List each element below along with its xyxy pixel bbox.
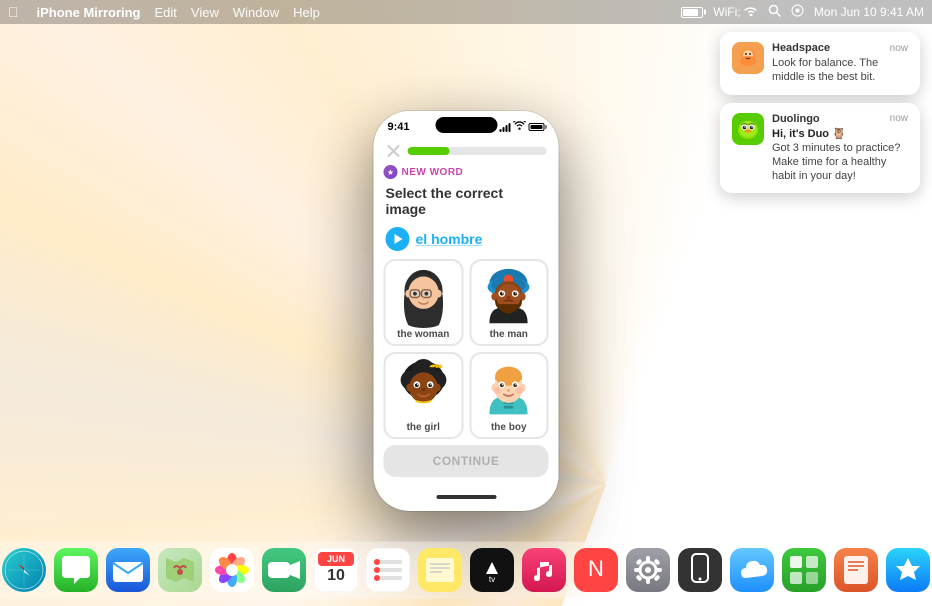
wifi-icon: WiFi;: [713, 5, 758, 19]
svg-text:N: N: [588, 556, 604, 581]
notification-duolingo[interactable]: Duolingo now Hi, it's Duo 🦉 Got 3 minute…: [720, 103, 920, 194]
option-girl[interactable]: the girl: [384, 352, 464, 439]
notification-headspace[interactable]: Headspace now Look for balance. The midd…: [720, 32, 920, 95]
battery-fill: [683, 9, 698, 16]
iphone-dynamic-island: [435, 117, 497, 133]
dock-icon-news[interactable]: N: [574, 548, 618, 592]
menubar-help[interactable]: Help: [293, 5, 320, 20]
audio-word-area: el hombre: [374, 223, 559, 259]
continue-button-area: CONTINUE: [374, 439, 559, 487]
menubar-edit[interactable]: Edit: [155, 5, 177, 20]
dock-icon-music[interactable]: [522, 548, 566, 592]
dock-icon-mail[interactable]: [106, 548, 150, 592]
iphone-app-content: ★ NEW WORD Select the correct image el h…: [374, 137, 559, 507]
dock-icon-systemsettings[interactable]: [626, 548, 670, 592]
duolingo-body: Got 3 minutes to practice? Make time for…: [772, 141, 908, 184]
menubar-window[interactable]: Window: [233, 5, 279, 20]
signal-bar-3: [506, 125, 508, 132]
search-icon[interactable]: [768, 4, 781, 20]
option-woman[interactable]: the woman: [384, 259, 464, 346]
dock-icon-notes[interactable]: [418, 548, 462, 592]
progress-bar: [408, 147, 547, 155]
notifications-container: Headspace now Look for balance. The midd…: [720, 32, 920, 193]
continue-button[interactable]: CONTINUE: [384, 445, 549, 477]
duolingo-icon: [732, 113, 764, 145]
signal-bars: [500, 122, 511, 132]
duolingo-time: now: [890, 113, 908, 124]
dock-icon-safari[interactable]: [2, 548, 46, 592]
play-icon: [395, 234, 403, 244]
girl-illustration: [393, 360, 453, 420]
headspace-body: Look for balance. The middle is the best…: [772, 56, 908, 85]
question-text: Select the correct image: [374, 183, 559, 223]
option-man[interactable]: the man: [469, 259, 549, 346]
dock-icon-pages[interactable]: [834, 548, 878, 592]
new-word-badge: ★ NEW WORD: [374, 163, 559, 183]
dock-icon-appletv[interactable]: tv: [470, 548, 514, 592]
dock-icon-reminders[interactable]: [366, 548, 410, 592]
menubar-app-name: iPhone Mirroring: [37, 5, 141, 20]
menubar:  iPhone Mirroring Edit View Window Help…: [0, 0, 932, 24]
svg-text:JUN: JUN: [327, 554, 345, 564]
menubar-time: Mon Jun 10 9:41 AM: [814, 5, 924, 19]
iphone-wifi-icon: [514, 121, 526, 133]
menubar-battery-indicator: [681, 7, 703, 18]
headspace-header: Headspace now: [772, 42, 908, 54]
dock-icon-maps[interactable]: [158, 548, 202, 592]
signal-bar-4: [509, 123, 511, 132]
option-boy[interactable]: the boy: [469, 352, 549, 439]
signal-bar-2: [503, 127, 505, 132]
iphone-status-bar: 9:41: [374, 111, 559, 137]
boy-label: the boy: [491, 422, 527, 433]
iphone-battery-fill: [531, 125, 543, 129]
duolingo-notification-content: Duolingo now Hi, it's Duo 🦉 Got 3 minute…: [772, 113, 908, 184]
menubar-right: WiFi; Mon Jun 10 9:41 AM: [681, 4, 924, 20]
duolingo-title: Hi, it's Duo 🦉: [772, 127, 908, 140]
headspace-app-name: Headspace: [772, 42, 830, 54]
dock: JUN 10 tv: [0, 542, 932, 598]
duolingo-header: Duolingo now: [772, 113, 908, 125]
menubar-left:  iPhone Mirroring Edit View Window Help: [8, 4, 320, 20]
boy-illustration: [479, 360, 539, 420]
dock-icon-numbers[interactable]: [782, 548, 826, 592]
iphone-time: 9:41: [388, 121, 410, 133]
woman-illustration: [393, 267, 453, 327]
dock-icon-appstore[interactable]: [886, 548, 930, 592]
badge-star-icon: ★: [384, 165, 398, 179]
progress-bar-fill: [408, 147, 450, 155]
svg-text:tv: tv: [489, 575, 495, 584]
man-label: the man: [490, 329, 528, 340]
signal-bar-1: [500, 129, 502, 132]
dock-icon-calendar[interactable]: JUN 10: [314, 548, 358, 592]
dock-icon-photos[interactable]: [210, 548, 254, 592]
headspace-notification-content: Headspace now Look for balance. The midd…: [772, 42, 908, 85]
siri-icon[interactable]: [791, 4, 804, 20]
dock-icon-messages[interactable]: [54, 548, 98, 592]
battery-icon: [681, 7, 703, 18]
iphone-home-indicator: [374, 487, 559, 507]
home-bar: [436, 495, 496, 499]
headspace-time: now: [890, 43, 908, 54]
dock-icon-iphone-mirroring[interactable]: [678, 548, 722, 592]
woman-label: the woman: [397, 329, 449, 340]
iphone-frame: 9:41: [374, 111, 559, 511]
dock-icon-icloud[interactable]: [730, 548, 774, 592]
spanish-word: el hombre: [416, 231, 483, 247]
man-illustration: [479, 267, 539, 327]
headspace-icon: [732, 42, 764, 74]
svg-text:10: 10: [327, 567, 345, 584]
progress-area: [374, 137, 559, 163]
image-options-grid: the woman: [374, 259, 559, 439]
girl-label: the girl: [407, 422, 440, 433]
menubar-view[interactable]: View: [191, 5, 219, 20]
badge-label: NEW WORD: [402, 167, 464, 178]
iphone-status-icons: [500, 121, 545, 133]
dock-icon-facetime[interactable]: [262, 548, 306, 592]
audio-button[interactable]: [386, 227, 410, 251]
duolingo-app-name: Duolingo: [772, 113, 820, 125]
apple-menu-icon[interactable]: : [8, 4, 19, 20]
close-button[interactable]: [386, 143, 402, 159]
iphone-battery-icon: [529, 123, 545, 131]
